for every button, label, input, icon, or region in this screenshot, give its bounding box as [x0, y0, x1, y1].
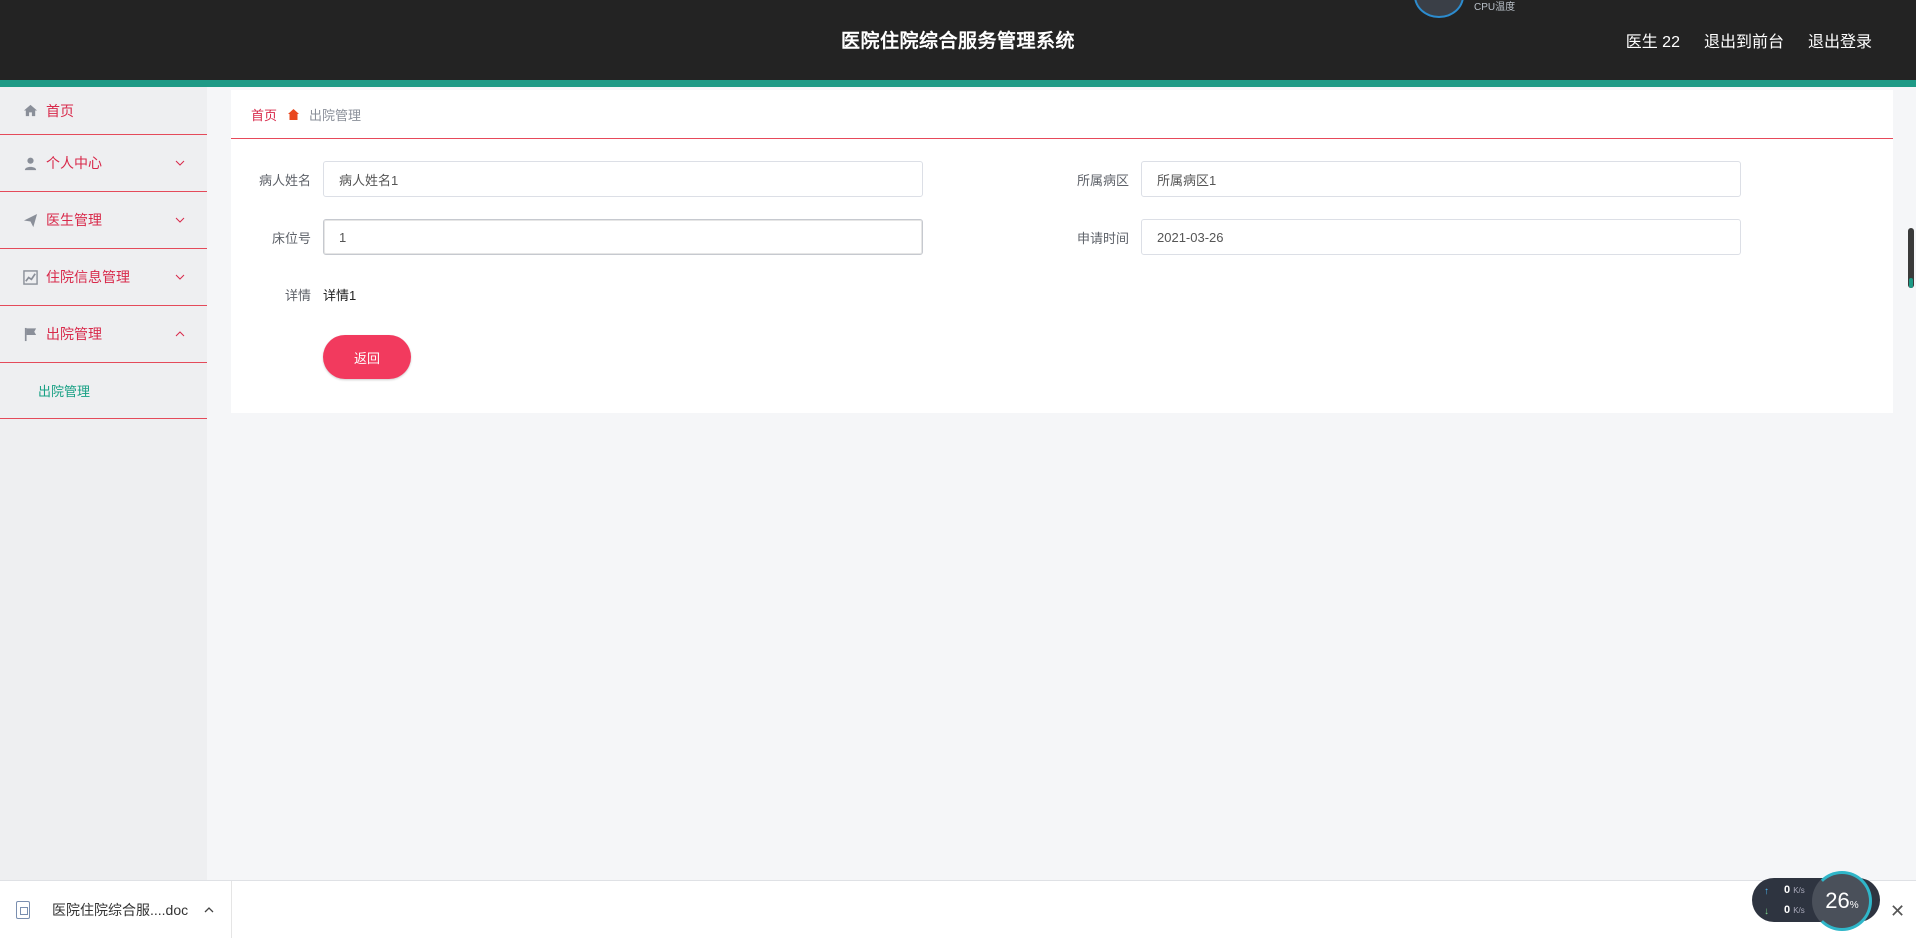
breadcrumb: 首页 出院管理 [231, 90, 1893, 139]
sidebar-item-label: 首页 [46, 102, 74, 119]
download-speed: 0 K/s [1784, 904, 1805, 916]
chart-icon [22, 269, 38, 285]
chevron-down-icon [175, 274, 185, 280]
sidebar-item-home[interactable]: 首页 [0, 87, 207, 135]
detail-label: 详情 [284, 288, 311, 303]
page-scrollbar[interactable] [1908, 228, 1914, 288]
sidebar-item-label: 出院管理 [46, 326, 102, 342]
cpu-temp-label: CPU温度 [1474, 2, 1516, 13]
detail-value: 详情1 [323, 288, 357, 303]
home-icon [22, 103, 38, 119]
sidebar-item-label: 住院信息管理 [46, 269, 130, 285]
header-accent-bar [0, 80, 1916, 87]
apply-time-row: 申请时间 [1049, 219, 1741, 255]
sidebar: 首页 个人中心 医生管理 住院信息管理 出院管理 出院管理 [0, 87, 207, 880]
download-file-name: 医院住院综合服....doc [52, 902, 189, 918]
exit-to-front-link[interactable]: 退出到前台 [1704, 28, 1784, 52]
chevron-up-icon[interactable] [204, 905, 214, 915]
sidebar-item-inpatient-management[interactable]: 住院信息管理 [0, 249, 207, 306]
ward-input[interactable] [1141, 161, 1741, 197]
sidebar-subitem-discharge-management[interactable]: 出院管理 [0, 363, 207, 419]
bed-row: 床位号 [231, 219, 923, 255]
patient-name-input[interactable] [323, 161, 923, 197]
back-button[interactable]: 返回 [323, 335, 411, 379]
sidebar-item-doctor-management[interactable]: 医生管理 [0, 192, 207, 249]
chevron-up-icon [175, 331, 185, 337]
patient-name-row: 病人姓名 [231, 161, 923, 197]
send-icon [22, 212, 38, 228]
current-user[interactable]: 医生 22 [1626, 28, 1680, 52]
breadcrumb-current: 出院管理 [309, 107, 362, 123]
download-item[interactable]: 医院住院综合服....doc [0, 881, 232, 938]
user-icon [22, 155, 38, 171]
download-bar: 医院住院综合服....doc ✕ [0, 880, 1916, 938]
download-arrow-icon: ↓ [1764, 906, 1769, 917]
breadcrumb-home[interactable]: 首页 [251, 105, 277, 124]
upload-arrow-icon: ↑ [1764, 886, 1769, 897]
flag-icon [22, 326, 38, 342]
sidebar-item-personal-center[interactable]: 个人中心 [0, 135, 207, 192]
cpu-usage-ring[interactable]: 26% [1812, 871, 1872, 931]
upload-speed: 0 K/s [1784, 884, 1805, 896]
header-actions: 医生 22 退出到前台 退出登录 [1626, 28, 1872, 52]
ward-label: 所属病区 [1076, 172, 1129, 188]
cpu-usage-unit: % [1849, 899, 1859, 911]
cpu-usage-value: 26 [1825, 888, 1850, 913]
ward-row: 所属病区 [1049, 161, 1741, 197]
bed-label: 床位号 [271, 230, 311, 246]
top-header: 医院住院综合服务管理系统 医生 22 退出到前台 退出登录 [0, 0, 1916, 80]
patient-name-label: 病人姓名 [258, 172, 311, 188]
apply-time-label: 申请时间 [1076, 230, 1129, 246]
apply-time-input[interactable] [1141, 219, 1741, 255]
home-icon [288, 108, 300, 120]
document-icon [16, 901, 30, 919]
chevron-down-icon [175, 217, 185, 223]
detail-card: 首页 出院管理 病人姓名 所属病区 床位号 申请时间 详情 详情1 返回 [231, 90, 1893, 413]
chevron-down-icon [175, 160, 185, 166]
sidebar-item-label: 个人中心 [46, 155, 102, 171]
bed-input[interactable] [323, 219, 923, 255]
sidebar-item-discharge-management[interactable]: 出院管理 [0, 306, 207, 363]
detail-row: 详情 详情1 [231, 285, 356, 304]
logout-link[interactable]: 退出登录 [1808, 28, 1872, 52]
close-download-bar-button[interactable]: ✕ [1890, 901, 1905, 922]
sidebar-item-label: 医生管理 [46, 212, 102, 228]
